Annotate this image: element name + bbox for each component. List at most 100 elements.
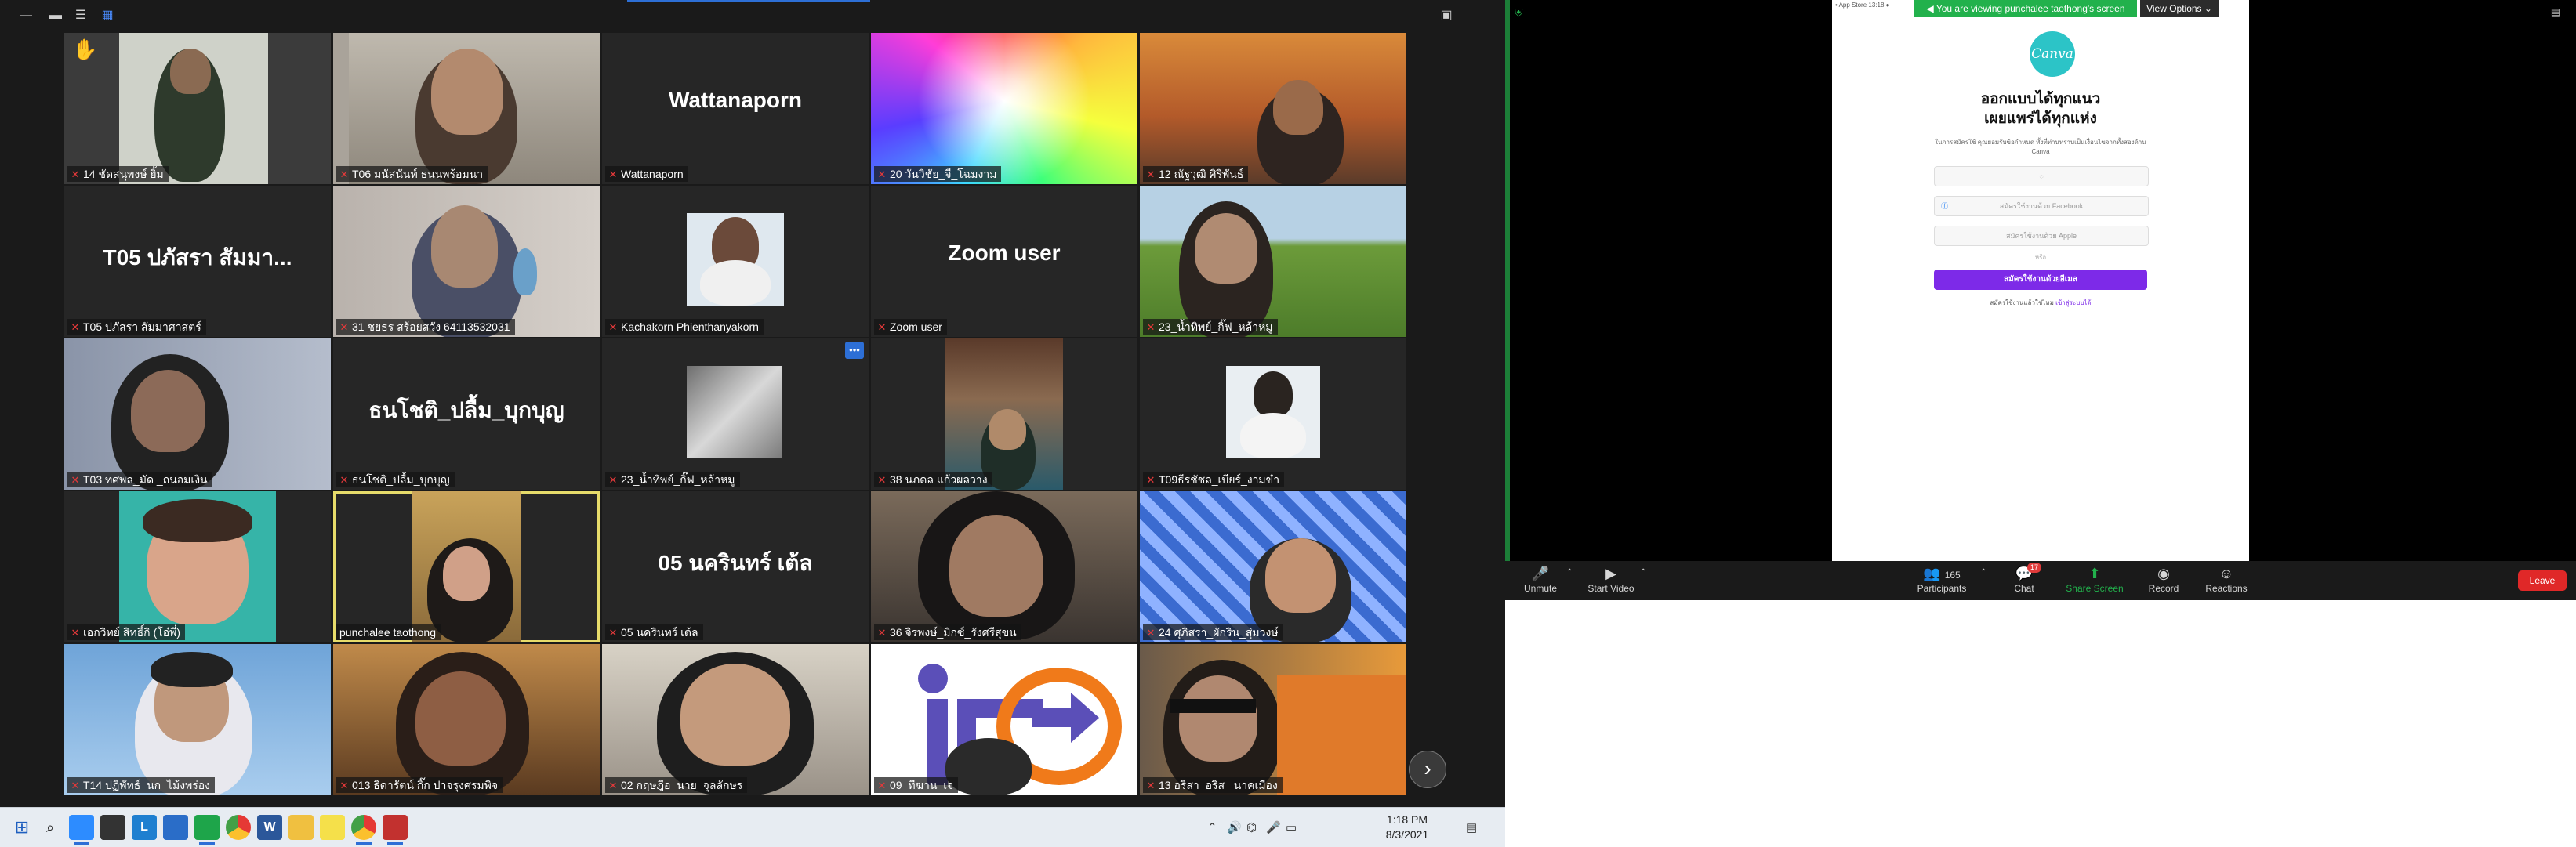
tile-name-label: ✕ 23_น้ำทิพย์_กิ๊ฟ_หล้าหมู	[1143, 319, 1278, 335]
chrome-alt-icon[interactable]	[351, 815, 376, 845]
start-video-label: Start Video	[1587, 583, 1634, 594]
participants-chevron-icon[interactable]: ⌃	[1980, 568, 1986, 577]
login-prefix: สมัครใช้งานแล้วใช่ไหม	[1990, 299, 2054, 306]
login-link[interactable]: เข้าสู่ระบบได้	[2055, 299, 2092, 306]
facebook-signup-button[interactable]: ⓕ สมัครใช้งานด้วย Facebook	[1934, 196, 2149, 216]
restore-icon[interactable]: ▬	[47, 8, 64, 24]
speaker-view-icon[interactable]: ☰	[72, 8, 89, 24]
chrome-icon[interactable]	[226, 815, 251, 840]
canva-terms-text: ในการสมัครใช้ คุณยอมรับข้อกำหนด ทั้งที่ท…	[1935, 139, 2146, 155]
participant-tile[interactable]: ✕ 31 ชยธร สร้อยสวัง 64113532031	[333, 186, 600, 337]
line-icon[interactable]	[194, 815, 220, 845]
mail-icon[interactable]	[163, 815, 188, 840]
unmute-label: Unmute	[1523, 583, 1558, 594]
tile-name-label: ✕ 24 ศุภิสรา_ผักริน_สุ่มวงษ์	[1143, 624, 1283, 640]
participant-tile[interactable]: ✕ 20 วันวิชัย_จี_โฉมงาม	[871, 33, 1137, 184]
participant-tile[interactable]: ✕ 12 ณัฐวุฒิ ศิริพันธ์	[1140, 33, 1406, 184]
email-signup-button[interactable]: สมัครใช้งานด้วยอีเมล	[1934, 270, 2147, 290]
tray-chevron-icon[interactable]: ⌃	[1207, 820, 1217, 834]
participant-tile[interactable]: 05 นครินทร์ เต้ล ✕ 05 นครินทร์ เต้ล	[602, 491, 869, 642]
share-screen-button[interactable]: ⬆ Share Screen	[2063, 564, 2126, 594]
tile-name-label: ✕ T06 มนัสนันท์ ธนนพร้อมนา	[336, 166, 488, 182]
participant-tile[interactable]: ••• ✕ 23_น้ำทิพย์_กิ๊ฟ_หล้าหมู	[602, 338, 869, 490]
google-signup-button[interactable]: ◌	[1934, 166, 2149, 186]
unmute-button[interactable]: 🎤 Unmute	[1509, 564, 1572, 594]
exit-fullscreen-icon[interactable]: ▣	[1438, 8, 1455, 24]
word-icon[interactable]: W	[257, 815, 282, 840]
participant-tile[interactable]: T05 ปภัสรา สัมมา... ✕ T05 ปภัสรา สัมมาศาส…	[64, 186, 331, 337]
windows-taskbar: ⊞ ⌕ L W ⌃ 🔊 ⌬ 🎤 ▭ 1:18 PM 8/3/2021 ▤	[0, 807, 1505, 847]
view-options-button[interactable]: View Options ⌄	[2140, 0, 2219, 17]
mic-muted-icon: ✕	[71, 168, 80, 180]
network-icon[interactable]: ⌬	[1246, 820, 1257, 834]
participant-tile[interactable]: ✕ 13 อริสา_อริส_ นาคเมือง	[1140, 644, 1406, 795]
gallery-view-icon[interactable]: ▦	[99, 8, 116, 24]
store-icon[interactable]	[100, 815, 125, 840]
participant-tile[interactable]: Wattanaporn ✕ Wattanaporn	[602, 33, 869, 184]
tile-name-label: ✕ 38 นภดล แก้วผลวาง	[874, 472, 992, 487]
reactions-button[interactable]: ☺ Reactions	[2195, 564, 2258, 594]
video-options-chevron-icon[interactable]: ⌃	[1640, 568, 1646, 577]
canva-heading: ออกแบบได้ทุกแนว เผยแพร่ได้ทุกแห่ง	[1832, 89, 2249, 128]
start-video-button[interactable]: ▶ Start Video	[1580, 564, 1642, 594]
record-button[interactable]: ◉ Record	[2132, 564, 2195, 594]
participant-tile[interactable]: ✕ 36 จิรพงษ์_มิกซ์_รังศรีสุขน	[871, 491, 1137, 642]
explorer-icon[interactable]	[288, 815, 314, 840]
mic-muted-icon: ✕	[71, 780, 80, 791]
minimize-icon[interactable]: —	[17, 8, 34, 24]
start-icon[interactable]: ⊞	[9, 815, 34, 840]
reactions-label: Reactions	[2205, 583, 2248, 594]
mic-muted-icon: ✕	[877, 474, 887, 486]
gallery-toolbar: — ▬ ☰ ▦ ▣	[0, 0, 1505, 31]
tile-name-label: ✕ 36 จิรพงษ์_มิกซ์_รังศรีสุขน	[874, 624, 1021, 640]
participant-tile[interactable]: ธนโชติ_ปลื้ม_บุกบุญ ✕ ธนโชติ_ปลื้ม_บุกบุญ	[333, 338, 600, 490]
participant-tile-active-speaker[interactable]: punchalee taothong	[333, 491, 600, 642]
zoom-app-icon[interactable]	[69, 815, 94, 845]
l-app-icon[interactable]: L	[132, 815, 157, 840]
participant-tile[interactable]: ✕ 09_ทีฆาน_เจ	[871, 644, 1137, 795]
participant-tile[interactable]: ✕ 38 นภดล แก้วผลวาง	[871, 338, 1137, 490]
mic-muted-icon: ✕	[877, 168, 887, 180]
participants-button[interactable]: 👥 165 Participants	[1910, 564, 1973, 594]
participant-tile[interactable]: ✕ T09ธีรชัชล_เบียร์_งามขำ	[1140, 338, 1406, 490]
clock-date[interactable]: 8/3/2021	[1372, 828, 1442, 841]
mic-muted-icon: ✕	[71, 321, 80, 333]
sticky-icon[interactable]	[320, 815, 345, 840]
mic-muted-icon: 🎤	[1531, 566, 1550, 581]
screen-share-window: ⛨ ▤ • App Store 13:18 ● Canva ออกแบบได้ท…	[1505, 0, 2576, 600]
participant-tile[interactable]: ✋ ✕ 14 ชัดสนุพงษ์ ยิ้ม	[64, 33, 331, 184]
participant-tile[interactable]: Zoom user ✕ Zoom user	[871, 186, 1137, 337]
participant-tile[interactable]: ✕ 24 ศุภิสรา_ผักริน_สุ่มวงษ์	[1140, 491, 1406, 642]
tile-name-label: ✕ 23_น้ำทิพย์_กิ๊ฟ_หล้าหมู	[605, 472, 740, 487]
share-screen-icon: ⬆	[2088, 566, 2101, 581]
participant-tile[interactable]: ✕ T03 ทศพล_มัด _ถนอมเงิน	[64, 338, 331, 490]
search-icon[interactable]: ⌕	[38, 815, 63, 840]
leave-button[interactable]: Leave	[2518, 570, 2567, 591]
participant-tile[interactable]: ✕ 013 ธิดารัตน์ กิ๊ก ปาจรุงศรมพิจ	[333, 644, 600, 795]
participant-tile[interactable]: ✕ เอกวิทย์ สิทธิ์กิ (โอ๋พี่)	[64, 491, 331, 642]
volume-icon[interactable]: 🔊	[1227, 820, 1242, 834]
apple-signup-button[interactable]: สมัครใช้งานด้วย Apple	[1934, 226, 2149, 246]
chat-button[interactable]: 💬 17 Chat	[1993, 563, 2055, 594]
microphone-icon[interactable]: 🎤	[1266, 820, 1281, 834]
snip-icon[interactable]	[383, 815, 408, 845]
notifications-icon[interactable]: ▤	[1466, 820, 1477, 834]
participant-tile[interactable]: ✕ 02 กฤษฎีอ_นาย_จุลลักษร	[602, 644, 869, 795]
battery-icon[interactable]: ▭	[1286, 820, 1297, 834]
tile-name-label: ✕ 14 ชัดสนุพงษ์ ยิ้ม	[67, 166, 169, 182]
record-label: Record	[2148, 583, 2179, 594]
tile-name-label: punchalee taothong	[336, 624, 441, 640]
participant-tile[interactable]: ✕ Kachakorn Phienthanyakorn	[602, 186, 869, 337]
participant-tile[interactable]: ✕ T06 มนัสนันท์ ธนนพร้อมนา	[333, 33, 600, 184]
participant-tile[interactable]: ✕ T14 ปฏิพัทธ์_นก_ไม้งพร่อง	[64, 644, 331, 795]
view-toggle-icon[interactable]: ▤	[2551, 6, 2560, 19]
mic-muted-icon: ✕	[339, 321, 349, 333]
audio-options-chevron-icon[interactable]: ⌃	[1566, 568, 1573, 577]
participant-tile[interactable]: ✕ 23_น้ำทิพย์_กิ๊ฟ_หล้าหมู	[1140, 186, 1406, 337]
clock-time[interactable]: 1:18 PM	[1372, 813, 1442, 826]
more-options-icon[interactable]: •••	[845, 342, 864, 359]
tile-name-label: ✕ 09_ทีฆาน_เจ	[874, 777, 959, 793]
next-page-button[interactable]: ›	[1409, 751, 1446, 788]
mic-muted-icon: ✕	[71, 474, 80, 486]
or-divider: หรือ	[2034, 254, 2047, 261]
